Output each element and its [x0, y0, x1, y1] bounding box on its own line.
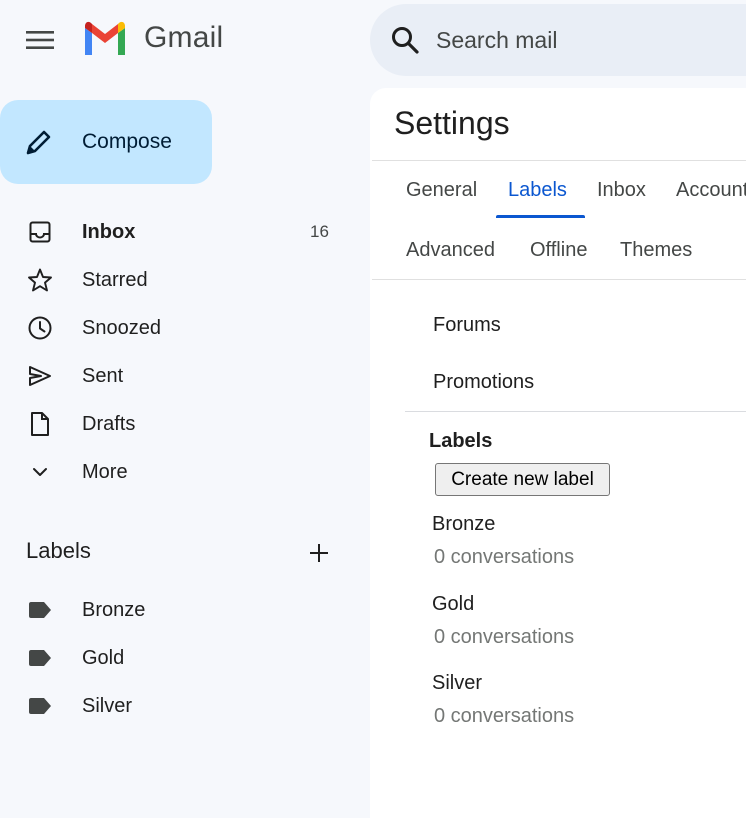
compose-button[interactable]: Compose	[0, 100, 212, 184]
draft-icon	[26, 410, 54, 438]
tab-advanced[interactable]: Advanced	[406, 239, 495, 262]
clock-icon	[26, 314, 54, 342]
sidebar-label-bronze[interactable]: Bronze	[0, 586, 360, 634]
search-bar[interactable]: Search mail	[370, 4, 746, 76]
sidebar-label-name: Bronze	[82, 598, 146, 621]
label-tag-icon	[26, 644, 54, 672]
chevron-down-icon	[26, 458, 54, 486]
tab-accounts[interactable]: Accounts	[676, 179, 746, 202]
label-count-silver: 0 conversations	[434, 705, 575, 727]
label-name-gold[interactable]: Gold	[432, 593, 474, 616]
sidebar-item-more[interactable]: More	[0, 448, 360, 496]
create-new-label-button[interactable]: Create new label	[435, 463, 610, 496]
label-name-silver[interactable]: Silver	[432, 672, 482, 695]
gmail-m-icon	[85, 21, 125, 55]
unread-count: 16	[310, 222, 329, 241]
divider	[372, 279, 746, 280]
label-count-gold: 0 conversations	[434, 626, 575, 648]
label-tag-icon	[26, 692, 54, 720]
app-name: Gmail	[144, 21, 224, 54]
sidebar-item-drafts[interactable]: Drafts	[0, 400, 360, 448]
label-count-bronze: 0 conversations	[434, 546, 575, 568]
sidebar-item-sent[interactable]: Sent	[0, 352, 360, 400]
divider	[405, 411, 746, 412]
tab-labels[interactable]: Labels	[508, 179, 567, 202]
sidebar-item-label: Drafts	[82, 412, 136, 435]
labels-heading: Labels	[26, 538, 91, 563]
pencil-icon	[26, 130, 51, 155]
sidebar-label-silver[interactable]: Silver	[0, 682, 360, 730]
sidebar-item-label: Starred	[82, 268, 148, 291]
inbox-icon	[26, 218, 54, 246]
compose-label: Compose	[82, 130, 172, 153]
gmail-logo[interactable]: Gmail	[82, 20, 223, 56]
sidebar-item-label: Sent	[82, 364, 124, 387]
search-input[interactable]: Search mail	[436, 27, 557, 54]
sidebar-label-name: Silver	[82, 694, 133, 717]
active-tab-indicator	[496, 215, 585, 218]
sidebar-item-starred[interactable]: Starred	[0, 256, 360, 304]
page-title: Settings	[394, 105, 510, 141]
send-icon	[26, 362, 54, 390]
category-forums: Forums	[433, 314, 501, 336]
label-name-bronze[interactable]: Bronze	[432, 513, 495, 536]
tab-themes[interactable]: Themes	[620, 239, 692, 262]
main-menu-button[interactable]	[20, 20, 60, 60]
plus-icon	[310, 544, 328, 562]
label-tag-icon	[26, 596, 54, 624]
tab-general[interactable]: General	[406, 179, 477, 202]
tab-inbox[interactable]: Inbox	[597, 179, 646, 202]
sidebar-item-label: More	[82, 460, 128, 483]
tab-offline[interactable]: Offline	[530, 239, 587, 262]
create-label-button[interactable]	[304, 538, 334, 568]
hamburger-menu-icon	[26, 31, 54, 49]
sidebar-item-inbox[interactable]: Inbox 16	[0, 208, 360, 256]
divider	[372, 160, 746, 161]
search-icon[interactable]	[390, 25, 420, 55]
sidebar-label-gold[interactable]: Gold	[0, 634, 360, 682]
labels-section-title: Labels	[429, 430, 493, 452]
sidebar-label-name: Gold	[82, 646, 125, 669]
sidebar-item-snoozed[interactable]: Snoozed	[0, 304, 360, 352]
category-promotions: Promotions	[433, 371, 535, 393]
sidebar-item-label: Snoozed	[82, 316, 161, 339]
star-icon	[26, 266, 54, 294]
sidebar-item-label: Inbox	[82, 220, 136, 243]
